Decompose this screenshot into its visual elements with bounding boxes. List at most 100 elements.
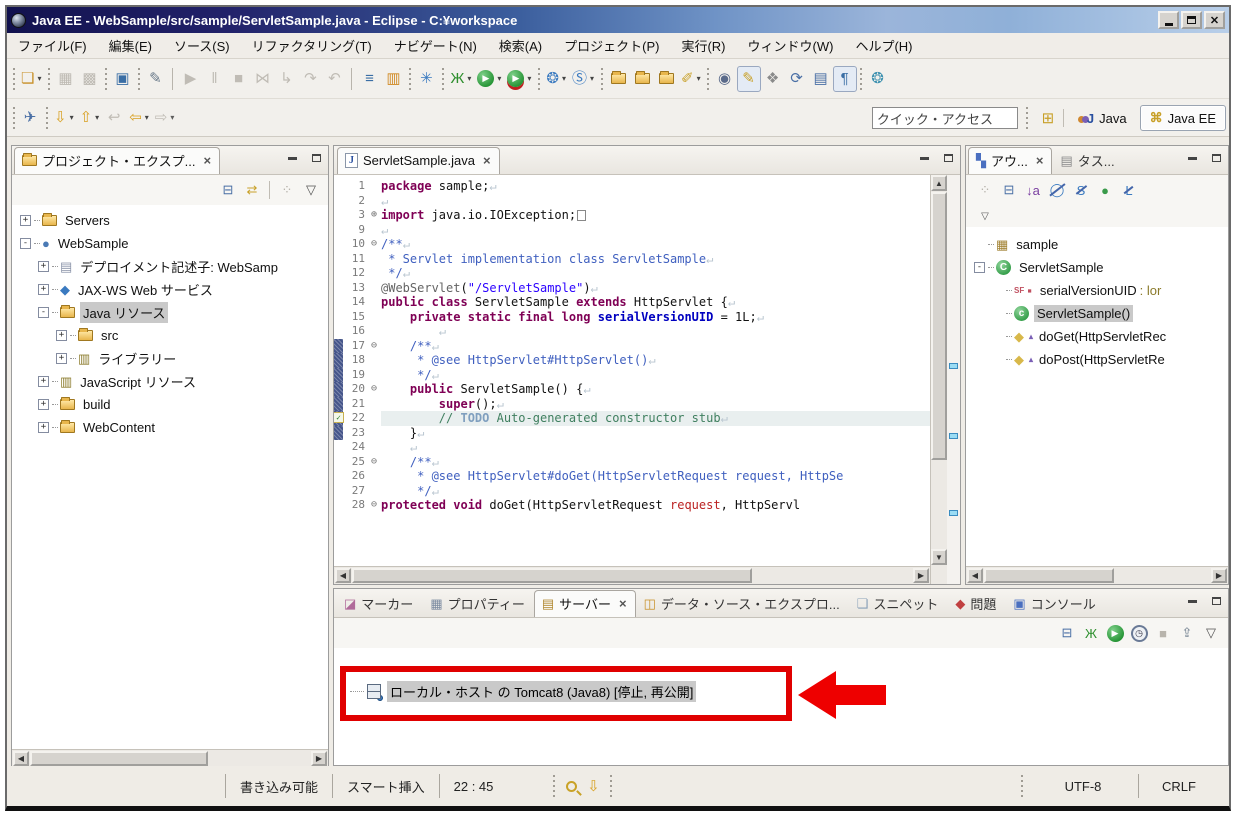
menu-ヘルプ[interactable]: ヘルプ(H)	[844, 32, 923, 59]
tree-item-websample[interactable]: -●WebSample	[12, 232, 328, 255]
code-line-14[interactable]: 14public class ServletSample extends Htt…	[334, 295, 930, 310]
code-line-10[interactable]: 10⊖/**↵	[334, 237, 930, 252]
maximize-view-icon[interactable]	[1208, 151, 1224, 165]
hide-fields-icon[interactable]: ◯	[1046, 179, 1068, 201]
menu-ナビゲート[interactable]: ナビゲート(N)	[383, 32, 488, 59]
collapse-all-icon[interactable]: ⊟	[217, 179, 239, 201]
profile-server-icon[interactable]: ◷	[1128, 622, 1150, 644]
hide-local-types-icon[interactable]: L	[1118, 179, 1140, 201]
code-line-21[interactable]: 21 super();↵	[334, 397, 930, 412]
tab-properties[interactable]: ▦プロパティー	[422, 590, 534, 617]
editor-vscrollbar[interactable]: ▲ ▼	[930, 175, 947, 584]
step-over-icon[interactable]: ↷	[298, 66, 322, 92]
code-line-19[interactable]: 19 */↵	[334, 368, 930, 383]
code-editor[interactable]: 1package sample;↵2↵3⊕import java.io.IOEx…	[334, 175, 930, 584]
fold-icon[interactable]: ⊖	[367, 339, 381, 354]
code-line-2[interactable]: 2↵	[334, 194, 930, 209]
terminate-icon[interactable]: ■	[226, 66, 250, 92]
tab-console[interactable]: ▣コンソール	[1005, 590, 1104, 617]
editor-hscrollbar[interactable]: ◀ ▶	[334, 566, 930, 584]
tree-item-java-resources[interactable]: -Java リソース	[12, 301, 328, 324]
tree-item-src[interactable]: +src	[12, 324, 328, 347]
open-perspective-icon[interactable]: ⊞	[1037, 107, 1059, 129]
skip-breakpoints-icon[interactable]: ≡	[357, 66, 381, 92]
view-caret-icon[interactable]: ▽	[1200, 622, 1222, 644]
close-icon[interactable]: ×	[203, 153, 211, 168]
code-line-24[interactable]: 24 ↵	[334, 440, 930, 455]
tree-item-servers[interactable]: +Servers	[12, 209, 328, 232]
view-caret-icon[interactable]: ▽	[300, 179, 322, 201]
tree-item-jaxws[interactable]: +◆JAX-WS Web サービス	[12, 278, 328, 301]
hide-static-icon[interactable]: S	[1070, 179, 1092, 201]
outline-item-dopost[interactable]: ◆▴doPost(HttpServletRe	[966, 348, 1228, 371]
perspective-javaee-button[interactable]: ⌘ Java EE	[1140, 105, 1226, 131]
collapse-all-icon[interactable]: ⊟	[1056, 622, 1078, 644]
fold-icon[interactable]: ⊖	[367, 455, 381, 470]
code-line-12[interactable]: 12 */↵	[334, 266, 930, 281]
expander-icon[interactable]: +	[38, 284, 49, 295]
ruler-occurrence-marker[interactable]	[949, 363, 958, 369]
expander-icon[interactable]: -	[20, 238, 31, 249]
close-icon[interactable]: ×	[483, 153, 491, 168]
save-all-icon[interactable]: ▩	[77, 66, 101, 92]
expander-icon[interactable]: +	[38, 261, 49, 272]
sort-icon[interactable]: ↓a	[1022, 179, 1044, 201]
close-icon[interactable]: ×	[1036, 153, 1044, 168]
tab-outline[interactable]: ▚ アウ... ×	[968, 147, 1052, 174]
open-browser-icon[interactable]: ❂	[866, 66, 890, 92]
minimize-view-icon[interactable]	[1184, 151, 1200, 165]
code-line-18[interactable]: 18 * @see HttpServlet#HttpServlet()↵	[334, 353, 930, 368]
next-annotation-status-icon[interactable]: ⇩	[582, 775, 604, 797]
view-menu-icon[interactable]: ⁘	[974, 179, 996, 201]
last-edit-location-icon[interactable]: ↩	[102, 105, 126, 131]
synchronize-icon[interactable]: ⟳	[785, 66, 809, 92]
minimize-view-icon[interactable]	[284, 151, 300, 165]
tab-snippets[interactable]: ❏スニペット	[849, 590, 948, 617]
hide-non-public-icon[interactable]: ●	[1094, 179, 1116, 201]
run-coverage-icon[interactable]: ▶▾	[504, 66, 534, 92]
stop-server-icon[interactable]: ■	[1152, 622, 1174, 644]
perspective-java-button[interactable]: J Java	[1068, 105, 1137, 131]
highlighter-pen-icon[interactable]: ✐▾	[678, 66, 704, 92]
menu-実行[interactable]: 実行(R)	[670, 32, 736, 59]
link-with-editor-icon[interactable]: ⇄	[241, 179, 263, 201]
tab-tasks[interactable]: ▤ タス...	[1052, 147, 1123, 174]
view-caret-icon[interactable]: ▽	[974, 205, 996, 227]
expander-icon[interactable]: +	[38, 399, 49, 410]
quick-access-input[interactable]	[872, 107, 1018, 129]
next-annotation-icon[interactable]: ⇩▾	[51, 105, 77, 131]
user-icon[interactable]: ◉	[713, 66, 737, 92]
maximize-button[interactable]	[1181, 11, 1202, 29]
console-monitor-icon[interactable]: ▣	[110, 66, 134, 92]
new-web-project-icon[interactable]: ❂▾	[543, 66, 569, 92]
code-line-20[interactable]: 20⊖ public ServletSample() {↵	[334, 382, 930, 397]
menu-ウィンドウ[interactable]: ウィンドウ(W)	[737, 32, 845, 59]
project-explorer-hscrollbar[interactable]: ◀ ▶	[12, 749, 328, 767]
outline-item-serialversionuid[interactable]: SF▪serialVersionUID : lor	[966, 279, 1228, 302]
ruler-occurrence-marker[interactable]	[949, 510, 958, 516]
expander-icon[interactable]: +	[20, 215, 31, 226]
run-on-server-icon[interactable]: ✈	[18, 105, 42, 131]
code-line-1[interactable]: 1package sample;↵	[334, 179, 930, 194]
minimize-button[interactable]	[1158, 11, 1179, 29]
start-server-icon[interactable]: ▶	[1104, 622, 1126, 644]
expander-icon[interactable]: +	[56, 353, 67, 364]
fold-icon[interactable]: ⊖	[367, 382, 381, 397]
tab-markers[interactable]: ◪マーカー	[336, 590, 422, 617]
code-line-13[interactable]: 13@WebServlet("/ServletSample")↵	[334, 281, 930, 296]
fold-icon[interactable]: ⊖	[367, 498, 381, 513]
open-folder-package-icon[interactable]	[630, 66, 654, 92]
run-icon[interactable]: ▶▾	[474, 66, 504, 92]
code-line-3[interactable]: 3⊕import java.io.IOException;	[334, 208, 930, 223]
tree-item-build[interactable]: +build	[12, 393, 328, 416]
launch-toolbar-icon[interactable]: ▥	[381, 66, 405, 92]
tree-item-webcontent[interactable]: +WebContent	[12, 416, 328, 439]
close-icon[interactable]: ×	[619, 596, 627, 611]
code-line-23[interactable]: 23 }↵	[334, 426, 930, 441]
tab-data-source[interactable]: ◫データ・ソース・エクスプロ...	[636, 590, 849, 617]
close-button[interactable]: ✕	[1204, 11, 1225, 29]
edit-pencil-icon[interactable]: ✎	[737, 66, 761, 92]
expander-icon[interactable]: -	[38, 307, 49, 318]
outline-hscrollbar[interactable]: ◀ ▶	[966, 566, 1228, 584]
ruler-occurrence-marker[interactable]	[949, 433, 958, 439]
